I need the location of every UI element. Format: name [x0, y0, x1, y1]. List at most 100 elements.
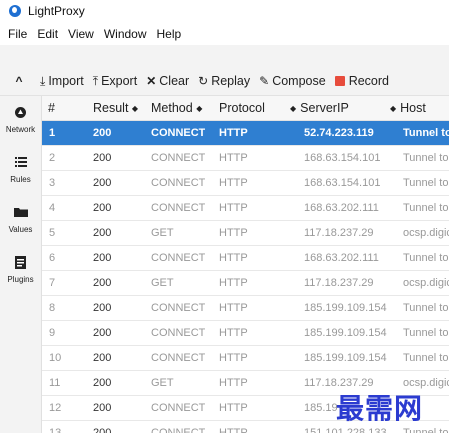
import-button[interactable]: ⤓ Import	[40, 74, 84, 89]
cell-method: CONNECT	[151, 202, 206, 214]
cell-serverip: 117.18.237.29	[304, 227, 374, 239]
cell-serverip: 117.18.237.29	[304, 277, 374, 289]
sidebar-item-values[interactable]: Values	[0, 206, 41, 234]
menu-help[interactable]: Help	[157, 27, 182, 41]
column-header-protocol[interactable]: Protocol	[219, 96, 265, 120]
edit-icon: ✎	[259, 74, 270, 88]
sort-icon: ◆	[131, 104, 139, 113]
clear-button[interactable]: ✕ Clear	[146, 74, 189, 88]
compose-label: Compose	[272, 74, 326, 88]
cell-host: Tunnel to	[403, 202, 449, 214]
table-row[interactable]: 2 200 CONNECT HTTP 168.63.154.101 Tunnel to	[42, 146, 449, 171]
menu-file[interactable]: File	[8, 27, 27, 41]
header-spacer	[0, 45, 449, 67]
cell-number: 10	[49, 352, 62, 364]
table-row[interactable]: 5 200 GET HTTP 117.18.237.29 ocsp.digic	[42, 221, 449, 246]
sidebar-item-label: Rules	[10, 175, 31, 184]
list-icon	[0, 156, 41, 172]
record-label: Record	[348, 74, 389, 88]
cell-host: Tunnel to	[403, 302, 449, 314]
sidebar-item-label: Network	[5, 125, 36, 134]
cell-number: 4	[49, 202, 56, 214]
sidebar: Network Rules Values Plugins	[0, 96, 42, 433]
table-row[interactable]: 9 200 CONNECT HTTP 185.199.109.154 Tunnel to	[42, 321, 449, 346]
cell-result: 200	[93, 227, 112, 239]
cell-host: Tunnel to	[403, 152, 449, 164]
watermark: 最需网	[336, 392, 424, 425]
sort-icon: ◆	[290, 104, 297, 113]
chevron-up-icon[interactable]: ^	[12, 74, 26, 88]
cell-result: 200	[93, 402, 112, 414]
cell-method: GET	[151, 227, 174, 239]
menu-view[interactable]: View	[68, 27, 94, 41]
cell-protocol: HTTP	[219, 302, 248, 314]
cell-serverip: 168.63.154.101	[304, 152, 381, 164]
export-label: Export	[101, 74, 138, 88]
table-row[interactable]: 1 200 CONNECT HTTP 52.74.223.119 Tunnel to	[42, 121, 449, 146]
cell-method: CONNECT	[151, 252, 206, 264]
menu-edit[interactable]: Edit	[37, 27, 58, 41]
cell-method: GET	[151, 277, 174, 289]
clear-label: Clear	[159, 74, 190, 88]
cell-method: CONNECT	[151, 127, 206, 139]
cell-result: 200	[93, 252, 112, 264]
table-row[interactable]: 6 200 CONNECT HTTP 168.63.202.111 Tunnel to	[42, 246, 449, 271]
cell-number: 5	[49, 227, 56, 239]
cell-host: Tunnel to	[403, 327, 449, 339]
record-icon	[334, 76, 345, 86]
cell-serverip: 185.199.109.154	[304, 327, 387, 339]
cell-result: 200	[93, 327, 112, 339]
column-header-label: Host	[400, 101, 426, 115]
replay-button[interactable]: ↻ Replay	[198, 74, 250, 88]
sidebar-item-rules[interactable]: Rules	[0, 156, 41, 184]
sidebar-item-network[interactable]: Network	[0, 106, 41, 134]
cell-host: ocsp.digic	[403, 227, 449, 239]
cell-protocol: HTTP	[219, 227, 248, 239]
record-button[interactable]: Record	[334, 74, 389, 88]
column-header-label: Protocol	[219, 101, 265, 115]
table-row[interactable]: 8 200 CONNECT HTTP 185.199.109.154 Tunnel to	[42, 296, 449, 321]
cell-method: CONNECT	[151, 152, 206, 164]
cell-method: CONNECT	[151, 427, 206, 433]
table-row[interactable]: 3 200 CONNECT HTTP 168.63.154.101 Tunnel to	[42, 171, 449, 196]
table-row[interactable]: 4 200 CONNECT HTTP 168.63.202.111 Tunnel to	[42, 196, 449, 221]
cell-protocol: HTTP	[219, 352, 248, 364]
cell-protocol: HTTP	[219, 327, 248, 339]
cell-result: 200	[93, 302, 112, 314]
cell-protocol: HTTP	[219, 127, 248, 139]
cell-method: CONNECT	[151, 402, 206, 414]
column-header-serverip[interactable]: ◆ ServerIP	[290, 96, 349, 120]
replay-icon: ↻	[198, 74, 209, 88]
cell-method: CONNECT	[151, 352, 206, 364]
cell-method: CONNECT	[151, 327, 206, 339]
column-header-method[interactable]: Method ◆	[151, 96, 206, 120]
menu-bar: File Edit View Window Help	[0, 24, 449, 44]
table-row[interactable]: 10 200 CONNECT HTTP 185.199.109.154 Tunnel to	[42, 346, 449, 371]
cell-method: GET	[151, 377, 174, 389]
import-icon: ⤓	[40, 73, 46, 88]
cell-serverip: 52.74.223.119	[304, 127, 374, 139]
sidebar-item-label: Values	[8, 225, 33, 234]
cell-serverip: 185.199.109.154	[304, 302, 387, 314]
export-button[interactable]: ⤒ Export	[93, 74, 137, 89]
cell-protocol: HTTP	[219, 377, 248, 389]
cell-result: 200	[93, 202, 112, 214]
column-header-result[interactable]: Result ◆	[93, 96, 142, 120]
cell-protocol: HTTP	[219, 152, 248, 164]
column-header-label: Result	[93, 101, 129, 115]
menu-window[interactable]: Window	[104, 27, 147, 41]
cell-result: 200	[93, 277, 112, 289]
network-icon	[0, 106, 41, 122]
cell-host: Tunnel to	[403, 352, 449, 364]
cell-serverip: 185.199.109.154	[304, 352, 387, 364]
cell-protocol: HTTP	[219, 427, 248, 433]
sidebar-item-plugins[interactable]: Plugins	[0, 256, 41, 284]
cell-number: 12	[49, 402, 62, 414]
table-row[interactable]: 7 200 GET HTTP 117.18.237.29 ocsp.digic	[42, 271, 449, 296]
folder-icon	[0, 206, 41, 222]
compose-button[interactable]: ✎ Compose	[259, 74, 326, 88]
column-header-host[interactable]: ◆ Host	[390, 96, 426, 120]
cell-protocol: HTTP	[219, 402, 248, 414]
column-header-label: Method	[151, 101, 193, 115]
column-header-number[interactable]: #	[48, 96, 55, 120]
